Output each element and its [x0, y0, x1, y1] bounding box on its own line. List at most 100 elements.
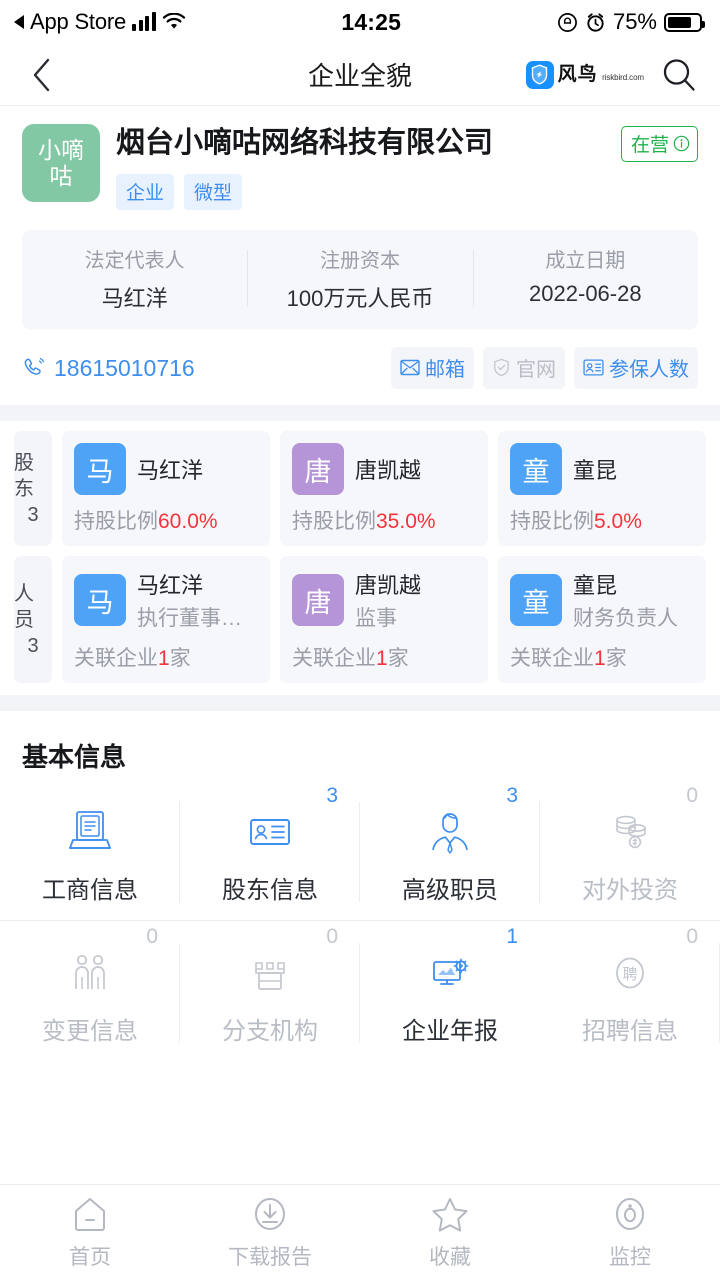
status-bar: App Store 14:25 75%	[0, 0, 720, 44]
personnel-name: 唐凯越	[355, 573, 422, 598]
related-prefix: 关联企业	[510, 647, 594, 670]
personnel-count: 3	[27, 634, 39, 657]
search-icon	[663, 58, 695, 91]
key-info-label: 法定代表人	[84, 250, 185, 272]
search-button[interactable]	[660, 56, 698, 94]
svg-text:聘: 聘	[622, 965, 637, 983]
website-chip-label: 官网	[516, 359, 556, 381]
signal-icon	[132, 12, 156, 31]
status-badge-label: 在营	[630, 135, 669, 156]
grid-label: 变更信息	[42, 1017, 138, 1045]
recruit-icon: 聘	[604, 945, 656, 1001]
avatar: 童	[510, 574, 562, 626]
tab-home[interactable]: 首页	[0, 1195, 180, 1271]
business-license-icon	[64, 804, 116, 860]
company-header: 小嘀咕 烟台小嘀咕网络科技有限公司 在营 企业 微型	[0, 106, 720, 214]
back-button[interactable]	[22, 55, 62, 95]
monitor-gear-icon	[424, 945, 476, 1001]
status-badge[interactable]: 在营	[620, 126, 698, 162]
shareholder-card[interactable]: 唐 唐凯越 持股比例35.0%	[280, 431, 488, 546]
grid-badge: 3	[506, 784, 518, 807]
personnel-label[interactable]: 人员 3	[14, 556, 52, 683]
grid-label: 分支机构	[222, 1017, 318, 1045]
battery-icon	[664, 12, 705, 32]
company-tag[interactable]: 微型	[184, 174, 243, 210]
shareholder-ratio: 持股比例60.0%	[74, 505, 258, 535]
grid-item-executives[interactable]: 3 高级职员	[360, 780, 540, 920]
shareholder-name: 唐凯越	[355, 458, 422, 483]
company-tags: 企业 微型	[116, 174, 698, 210]
website-chip: 官网	[483, 347, 565, 389]
personnel-label-text: 人员	[14, 582, 34, 631]
star-icon	[430, 1195, 470, 1233]
ratio-label: 持股比例	[74, 510, 158, 533]
insured-count-chip[interactable]: 参保人数	[574, 347, 698, 389]
avatar: 马	[74, 574, 126, 626]
shareholders-count: 3	[27, 503, 39, 526]
id-card-icon	[244, 804, 296, 860]
shareholder-name: 童昆	[573, 458, 618, 483]
carrier-back-label[interactable]: App Store	[30, 9, 126, 35]
email-chip[interactable]: 邮箱	[391, 347, 474, 389]
key-info-legal-rep[interactable]: 法定代表人 马红洋	[22, 244, 247, 313]
tab-download-report[interactable]: 下载报告	[180, 1195, 360, 1271]
avatar: 唐	[292, 574, 344, 626]
alarm-icon	[585, 12, 606, 33]
personnel-title: 财务负责人	[573, 607, 678, 630]
basic-info-grid: 工商信息 3 股东信息 3 高级职员 0 对外投资 0 变更信息 0 分支机构 …	[0, 780, 720, 1061]
email-chip-label: 邮箱	[425, 359, 465, 381]
rotation-lock-icon	[557, 12, 578, 33]
shareholder-ratio: 持股比例5.0%	[510, 505, 694, 535]
shareholders-label[interactable]: 股东 3	[14, 431, 52, 546]
shareholder-card[interactable]: 马 马红洋 持股比例60.0%	[62, 431, 270, 546]
grid-item-branches[interactable]: 0 分支机构	[180, 921, 360, 1061]
section-divider	[0, 695, 720, 711]
grid-item-change-records[interactable]: 0 变更信息	[0, 921, 180, 1061]
bottom-tab-bar: 首页 下载报告 收藏 监控	[0, 1184, 720, 1280]
personnel-name: 童昆	[573, 573, 618, 598]
back-triangle-icon[interactable]	[14, 15, 24, 29]
phone-number: 18615010716	[54, 354, 195, 381]
related-count: 1	[376, 647, 388, 670]
personnel-related: 关联企业1家	[74, 642, 258, 672]
grid-item-recruitment[interactable]: 0 聘 招聘信息	[540, 921, 720, 1061]
ratio-value: 5.0%	[594, 510, 642, 533]
personnel-card[interactable]: 马 马红洋 执行董事… 关联企业1家	[62, 556, 270, 683]
company-logo: 小嘀咕	[22, 124, 100, 202]
personnel-row: 人员 3 马 马红洋 执行董事… 关联企业1家 唐 唐凯越 监事 关联企业1家 …	[14, 556, 706, 683]
related-count: 1	[594, 647, 606, 670]
related-prefix: 关联企业	[292, 647, 376, 670]
grid-item-outbound-investment[interactable]: 0 对外投资	[540, 780, 720, 920]
section-divider	[0, 405, 720, 421]
people-section: 股东 3 马 马红洋 持股比例60.0% 唐 唐凯越 持股比例35.0% 童 童…	[0, 421, 720, 695]
grid-badge: 0	[146, 925, 158, 948]
grid-item-annual-report[interactable]: 1 企业年报	[360, 921, 540, 1061]
brand-logo[interactable]: 风鸟 riskbird.com	[525, 60, 644, 89]
tab-label: 首页	[69, 1245, 111, 1269]
status-bar-clock: 14:25	[341, 8, 402, 35]
insured-count-chip-label: 参保人数	[609, 359, 689, 381]
tab-favorites[interactable]: 收藏	[360, 1195, 540, 1271]
people-change-icon	[64, 945, 116, 1001]
contact-row: 18615010716 邮箱 官网 参保人数	[0, 329, 720, 405]
tab-monitor[interactable]: 监控	[540, 1195, 720, 1271]
shareholder-card[interactable]: 童 童昆 持股比例5.0%	[498, 431, 706, 546]
tab-label: 监控	[609, 1245, 651, 1269]
grid-item-shareholder-info[interactable]: 3 股东信息	[180, 780, 360, 920]
personnel-card[interactable]: 唐 唐凯越 监事 关联企业1家	[280, 556, 488, 683]
related-suffix: 家	[387, 647, 409, 670]
grid-item-business-info[interactable]: 工商信息	[0, 780, 180, 920]
company-name: 烟台小嘀咕网络科技有限公司	[116, 127, 494, 159]
ratio-value: 60.0%	[158, 510, 218, 533]
related-prefix: 关联企业	[74, 647, 158, 670]
grid-badge: 0	[326, 925, 338, 948]
grid-label: 招聘信息	[582, 1017, 678, 1045]
key-info-label: 注册资本	[319, 250, 400, 272]
phone-icon	[24, 357, 45, 375]
personnel-related: 关联企业1家	[292, 642, 476, 672]
status-bar-right: 75%	[557, 9, 705, 35]
company-tag[interactable]: 企业	[116, 174, 175, 210]
personnel-card[interactable]: 童 童昆 财务负责人 关联企业1家	[498, 556, 706, 683]
phone-button[interactable]: 18615010716	[22, 355, 195, 382]
chevron-left-icon	[33, 58, 50, 91]
